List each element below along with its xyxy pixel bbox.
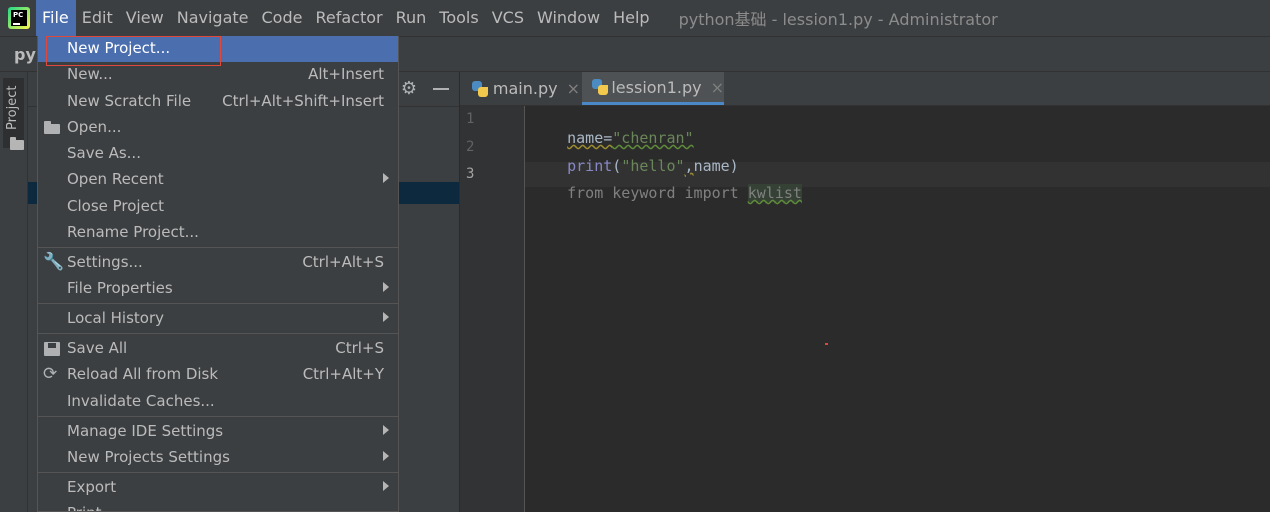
- python-file-icon: [472, 80, 488, 97]
- file-menu-dropdown: New Project... New... Alt+Insert New Scra…: [37, 36, 399, 512]
- menu-window[interactable]: Window: [531, 0, 607, 36]
- line-number: 1: [466, 111, 475, 127]
- menu-separator: [38, 416, 398, 417]
- tool-window-strip: Project: [0, 72, 28, 512]
- menu-item-save-as[interactable]: Save As...: [38, 141, 398, 167]
- menu-separator: [38, 303, 398, 304]
- menu-navigate[interactable]: Navigate: [171, 0, 256, 36]
- menu-item-new-projects-settings[interactable]: New Projects Settings: [38, 445, 398, 471]
- tab-label: main.py: [492, 79, 558, 98]
- line-number-gutter: 1 2 3: [460, 106, 525, 512]
- menu-separator: [38, 333, 398, 334]
- menu-item-export[interactable]: Export: [38, 475, 398, 501]
- breadcrumb[interactable]: py: [14, 45, 36, 64]
- menu-item-local-history[interactable]: Local History: [38, 306, 398, 332]
- menu-item-file-properties[interactable]: File Properties: [38, 276, 398, 302]
- line-number: 3: [466, 166, 475, 182]
- menu-item-close-project[interactable]: Close Project: [38, 194, 398, 220]
- menu-item-save-all[interactable]: Save All Ctrl+S: [38, 336, 398, 362]
- project-tab-label: Project: [5, 85, 20, 130]
- menu-vcs[interactable]: VCS: [486, 0, 531, 36]
- menu-refactor[interactable]: Refactor: [309, 0, 389, 36]
- line-number: 2: [466, 139, 475, 155]
- submenu-arrow-icon: [383, 282, 389, 292]
- menu-item-open[interactable]: Open...: [38, 115, 398, 141]
- folder-icon: [10, 137, 24, 150]
- menu-tools[interactable]: Tools: [433, 0, 485, 36]
- menu-item-new-scratch-file[interactable]: New Scratch File Ctrl+Alt+Shift+Insert: [38, 89, 398, 115]
- menu-edit[interactable]: Edit: [76, 0, 120, 36]
- menu-item-reload-all[interactable]: ⟳ Reload All from Disk Ctrl+Alt+Y: [38, 362, 398, 388]
- menu-item-new[interactable]: New... Alt+Insert: [38, 62, 398, 88]
- menu-separator: [38, 247, 398, 248]
- menu-item-open-recent[interactable]: Open Recent: [38, 167, 398, 193]
- menu-run[interactable]: Run: [390, 0, 434, 36]
- menu-code[interactable]: Code: [256, 0, 310, 36]
- pycharm-logo-icon: PC: [8, 7, 30, 29]
- menu-separator: [38, 472, 398, 473]
- menu-item-invalidate-caches[interactable]: Invalidate Caches...: [38, 389, 398, 415]
- reload-icon: ⟳: [43, 364, 58, 384]
- menu-item-settings[interactable]: 🔧 Settings... Ctrl+Alt+S: [38, 250, 398, 276]
- menu-item-rename-project[interactable]: Rename Project...: [38, 220, 398, 246]
- gear-icon[interactable]: ⚙: [400, 80, 418, 98]
- submenu-arrow-icon: [383, 173, 389, 183]
- folder-open-icon: [43, 120, 61, 136]
- close-icon[interactable]: ×: [567, 79, 580, 98]
- wrench-icon: 🔧: [43, 252, 65, 272]
- tab-main-py[interactable]: main.py ×: [472, 72, 580, 105]
- close-icon[interactable]: ×: [711, 78, 724, 97]
- python-file-icon: [592, 79, 608, 95]
- window-title: python基础 - lession1.py - Administrator: [678, 10, 998, 29]
- submenu-arrow-icon: [383, 312, 389, 322]
- editor-tab-bar: main.py × lession1.py ×: [460, 72, 1270, 106]
- project-tool-tab[interactable]: Project: [3, 78, 24, 150]
- tab-lession1-py[interactable]: lession1.py ×: [582, 72, 724, 105]
- menu-help[interactable]: Help: [607, 0, 656, 36]
- save-icon: [43, 341, 61, 357]
- marker: [825, 343, 828, 345]
- submenu-arrow-icon: [383, 425, 389, 435]
- menu-item-print[interactable]: Print...: [38, 501, 398, 511]
- menu-item-manage-ide-settings[interactable]: Manage IDE Settings: [38, 419, 398, 445]
- minimize-icon[interactable]: [433, 88, 449, 90]
- code-editor[interactable]: name="chenran" print("hello",name) from …: [525, 106, 1270, 512]
- code-line-3: from keyword import kwlist: [567, 184, 802, 202]
- menu-view[interactable]: View: [120, 0, 171, 36]
- tab-label: lession1.py: [611, 77, 702, 97]
- submenu-arrow-icon: [383, 481, 389, 491]
- menu-file[interactable]: File: [36, 0, 76, 36]
- submenu-arrow-icon: [383, 451, 389, 461]
- menu-bar: PC File Edit View Navigate Code Refactor…: [0, 0, 1270, 37]
